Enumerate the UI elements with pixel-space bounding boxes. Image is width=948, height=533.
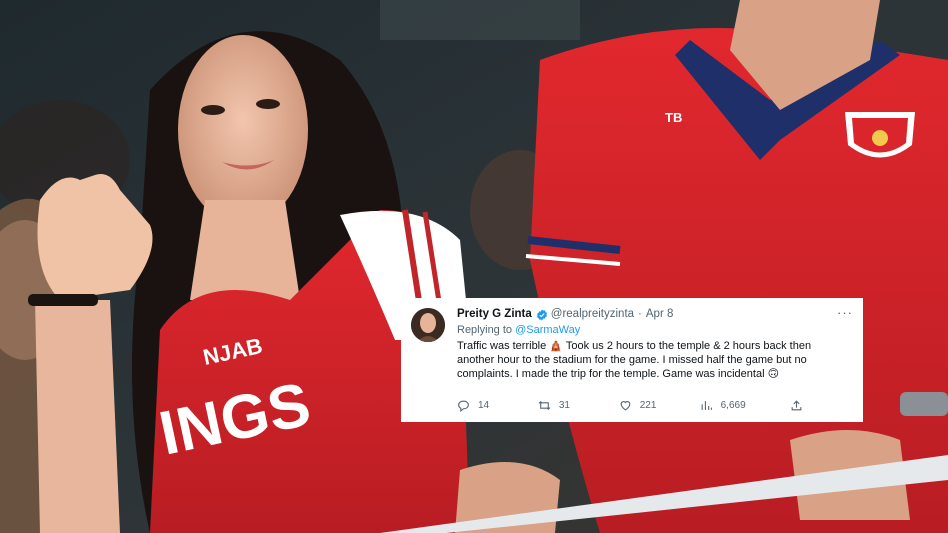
tweet-text-line: Traffic was terrible <box>457 340 550 352</box>
arm <box>35 300 120 533</box>
face <box>178 35 308 225</box>
retweet-count: 31 <box>558 400 570 411</box>
stadium-structure <box>380 0 580 40</box>
more-options-icon[interactable]: ··· <box>837 305 853 320</box>
share-button[interactable] <box>790 399 803 412</box>
temple-emoji-icon: 🛕 <box>549 339 564 352</box>
upside-down-face-emoji-icon: 🙃 <box>767 367 780 381</box>
tweet-actions: 14 31 221 6,669 <box>457 399 803 412</box>
views-button[interactable]: 6,669 <box>700 399 790 412</box>
replying-to-link[interactable]: @SarmaWay <box>515 324 580 336</box>
retweet-button[interactable]: 31 <box>538 399 619 412</box>
tweet-text-line: another hour to the stadium for the game… <box>457 354 807 367</box>
bracelet <box>28 294 98 306</box>
verified-badge-icon <box>536 309 547 320</box>
tweet-header: Preity G Zinta @realpreityzinta · Apr 8 … <box>457 305 853 322</box>
tweet-text: Traffic was terrible 🛕 Took us 2 hours t… <box>457 339 853 382</box>
background-photo: NJAB INGS TB <box>0 0 948 533</box>
tweet-text-line: Took us 2 hours to the temple & 2 hours … <box>563 340 812 352</box>
view-count: 6,669 <box>720 400 746 411</box>
share-icon <box>791 400 802 411</box>
neck <box>190 200 300 300</box>
tweet-text-line: complaints. I made the trip for the temp… <box>457 368 768 381</box>
tweet-card[interactable]: Preity G Zinta @realpreityzinta · Apr 8 … <box>401 298 863 422</box>
separator: · <box>638 308 642 320</box>
reply-count: 14 <box>478 400 490 411</box>
analytics-icon <box>701 401 712 410</box>
eye-right <box>256 99 280 109</box>
chest-mark: TB <box>665 110 682 125</box>
like-count: 221 <box>639 400 657 411</box>
author-handle[interactable]: @realpreityzinta <box>551 307 634 322</box>
like-button[interactable]: 221 <box>619 399 700 412</box>
author-name[interactable]: Preity G Zinta <box>457 307 532 322</box>
tweet-body: Preity G Zinta @realpreityzinta · Apr 8 … <box>457 305 853 382</box>
reply-button[interactable]: 14 <box>457 399 538 412</box>
avatar[interactable] <box>411 308 445 342</box>
replying-to: Replying to @SarmaWay <box>457 323 853 338</box>
tweet-date[interactable]: Apr 8 <box>646 307 674 322</box>
replying-prefix: Replying to <box>457 324 516 336</box>
heart-icon <box>620 401 631 411</box>
watch <box>900 392 948 416</box>
reply-icon <box>458 400 469 412</box>
eye-left <box>201 105 225 115</box>
retweet-icon <box>538 400 551 411</box>
